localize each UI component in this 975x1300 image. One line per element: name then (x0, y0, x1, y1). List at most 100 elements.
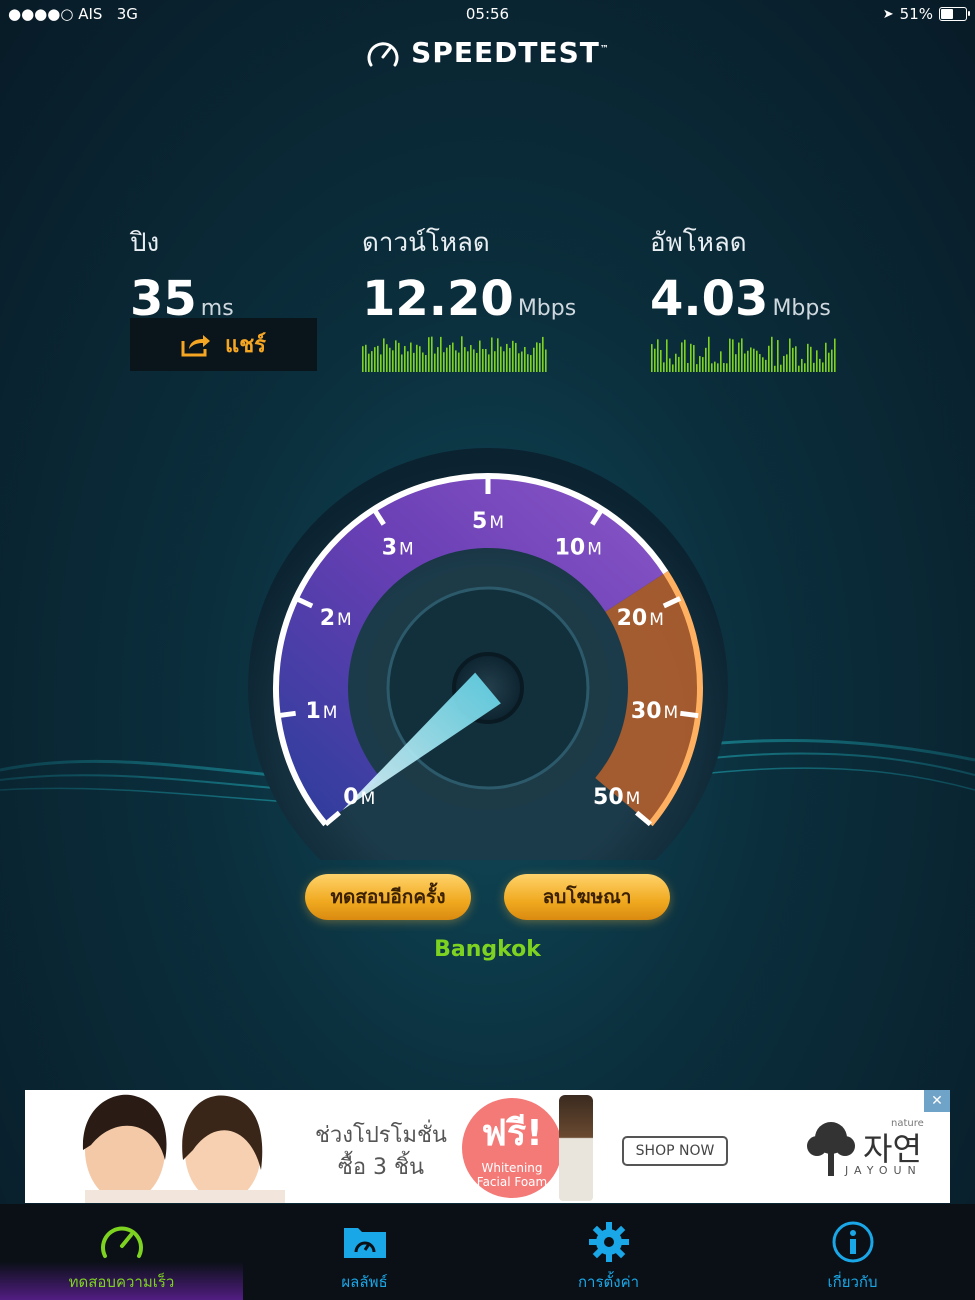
sparkline-bar (380, 354, 382, 372)
sparkline-bar (524, 346, 526, 372)
upload-sparkline (651, 336, 836, 372)
test-again-button[interactable]: ทดสอบอีกครั้ง (305, 874, 471, 920)
sparkline-bar (452, 342, 454, 372)
sparkline-bar (828, 352, 830, 372)
share-button[interactable]: แชร์ (130, 318, 317, 371)
tab-results-label: ผลลัพธ์ (341, 1273, 388, 1291)
sparkline-bar (684, 339, 686, 372)
sparkline-bar (756, 350, 758, 372)
ad-banner[interactable]: ช่วงโปรโมชั่น ซื้อ 3 ชิ้น ฟรี! Whitening… (25, 1090, 950, 1203)
download-result: ดาวน์โหลด 12.20 Mbps (362, 222, 576, 327)
sparkline-bar (449, 344, 451, 372)
sparkline-bar (675, 353, 677, 372)
ad-shop-now-button[interactable]: SHOP NOW (622, 1136, 728, 1166)
sparkline-bar (362, 346, 364, 372)
gauge-tick-label: 50 M (593, 785, 640, 810)
battery-icon (939, 7, 970, 21)
sparkline-bar (654, 348, 656, 372)
sparkline-bar (485, 348, 487, 372)
sparkline-bar (834, 338, 836, 372)
server-location: Bangkok (434, 937, 541, 962)
sparkline-bar (503, 351, 505, 372)
gauge-tick-mark (277, 710, 296, 719)
app-title: SPEEDTEST™ (411, 36, 610, 69)
sparkline-bar (762, 357, 764, 372)
sparkline-bar (539, 343, 541, 372)
ad-free-title: ฟรี! (481, 1113, 543, 1154)
sparkline-bar (672, 364, 674, 372)
sparkline-bar (678, 356, 680, 372)
sparkline-bar (729, 338, 731, 372)
sparkline-bar (744, 353, 746, 372)
sparkline-bar (810, 346, 812, 372)
sparkline-bar (669, 358, 671, 372)
sparkline-bar (777, 340, 779, 372)
sparkline-bar (795, 346, 797, 372)
sparkline-bar (389, 347, 391, 372)
sparkline-bar (765, 359, 767, 372)
sparkline-bar (446, 347, 448, 372)
sparkline-bar (660, 349, 662, 372)
sparkline-bar (723, 362, 725, 372)
sparkline-bar (536, 342, 538, 372)
sparkline-bar (657, 339, 659, 372)
status-right: ➤ 51% (883, 5, 970, 23)
sparkline-bar (401, 354, 403, 372)
tab-results[interactable]: ผลลัพธ์ (243, 1204, 486, 1300)
sparkline-bar (807, 343, 809, 372)
remove-ads-button[interactable]: ลบโฆษณา (504, 874, 670, 920)
sparkline-bar (392, 350, 394, 372)
gauge-tick-mark (680, 710, 699, 719)
sparkline-bar (699, 356, 701, 372)
sparkline-bar (702, 357, 704, 372)
sparkline-bar (774, 365, 776, 372)
sparkline-bar (413, 352, 415, 372)
sparkline-bar (720, 351, 722, 372)
product-bottle-image (559, 1095, 593, 1201)
ad-promo-line2: ซื้อ 3 ชิ้น (337, 1155, 425, 1180)
sparkline-bar (816, 350, 818, 372)
sparkline-bar (494, 351, 496, 372)
tab-about[interactable]: เกี่ยวกับ (731, 1204, 974, 1300)
upload-result: อัพโหลด 4.03 Mbps (650, 222, 831, 327)
sparkline-bar (470, 345, 472, 372)
sparkline-bar (488, 354, 490, 372)
sparkline-bar (425, 354, 427, 372)
sparkline-bar (506, 343, 508, 372)
sparkline-bar (780, 364, 782, 372)
upload-value: 4.03 Mbps (650, 271, 831, 327)
sparkline-bar (726, 363, 728, 372)
gauge-tick-label: 30 M (631, 699, 678, 724)
sparkline-bar (437, 347, 439, 372)
speed-gauge: 0 M1 M2 M3 M5 M10 M20 M30 M50 M (248, 448, 728, 860)
upload-label: อัพโหลด (650, 228, 747, 258)
sparkline-bar (377, 345, 379, 372)
sparkline-bar (651, 344, 653, 372)
sparkline-bar (789, 338, 791, 372)
sparkline-bar (717, 363, 719, 372)
sparkline-bar (542, 336, 544, 372)
battery-percent: 51% (899, 5, 933, 23)
sparkline-bar (831, 349, 833, 372)
tab-settings[interactable]: การตั้งค่า (487, 1204, 730, 1300)
sparkline-bar (455, 350, 457, 372)
sparkline-bar (819, 358, 821, 372)
sparkline-bar (464, 347, 466, 372)
tab-speedtest[interactable]: ทดสอบความเร็ว (0, 1204, 243, 1300)
ad-promo-line1: ช่วงโปรโมชั่น (315, 1123, 447, 1148)
sparkline-bar (371, 351, 373, 372)
sparkline-bar (473, 349, 475, 372)
share-icon (181, 334, 211, 356)
sparkline-bar (804, 363, 806, 372)
ad-free-line2: Facial Foam (476, 1175, 548, 1189)
info-icon (832, 1221, 873, 1263)
sparkline-bar (482, 348, 484, 372)
sparkline-bar (467, 351, 469, 372)
sparkline-bar (786, 354, 788, 372)
sparkline-bar (533, 347, 535, 372)
sparkline-bar (518, 353, 520, 372)
ad-close-button[interactable]: ✕ (924, 1090, 950, 1112)
sparkline-bar (530, 355, 532, 372)
sparkline-bar (690, 343, 692, 372)
ad-brand-latin: JAYOUN (845, 1164, 922, 1177)
